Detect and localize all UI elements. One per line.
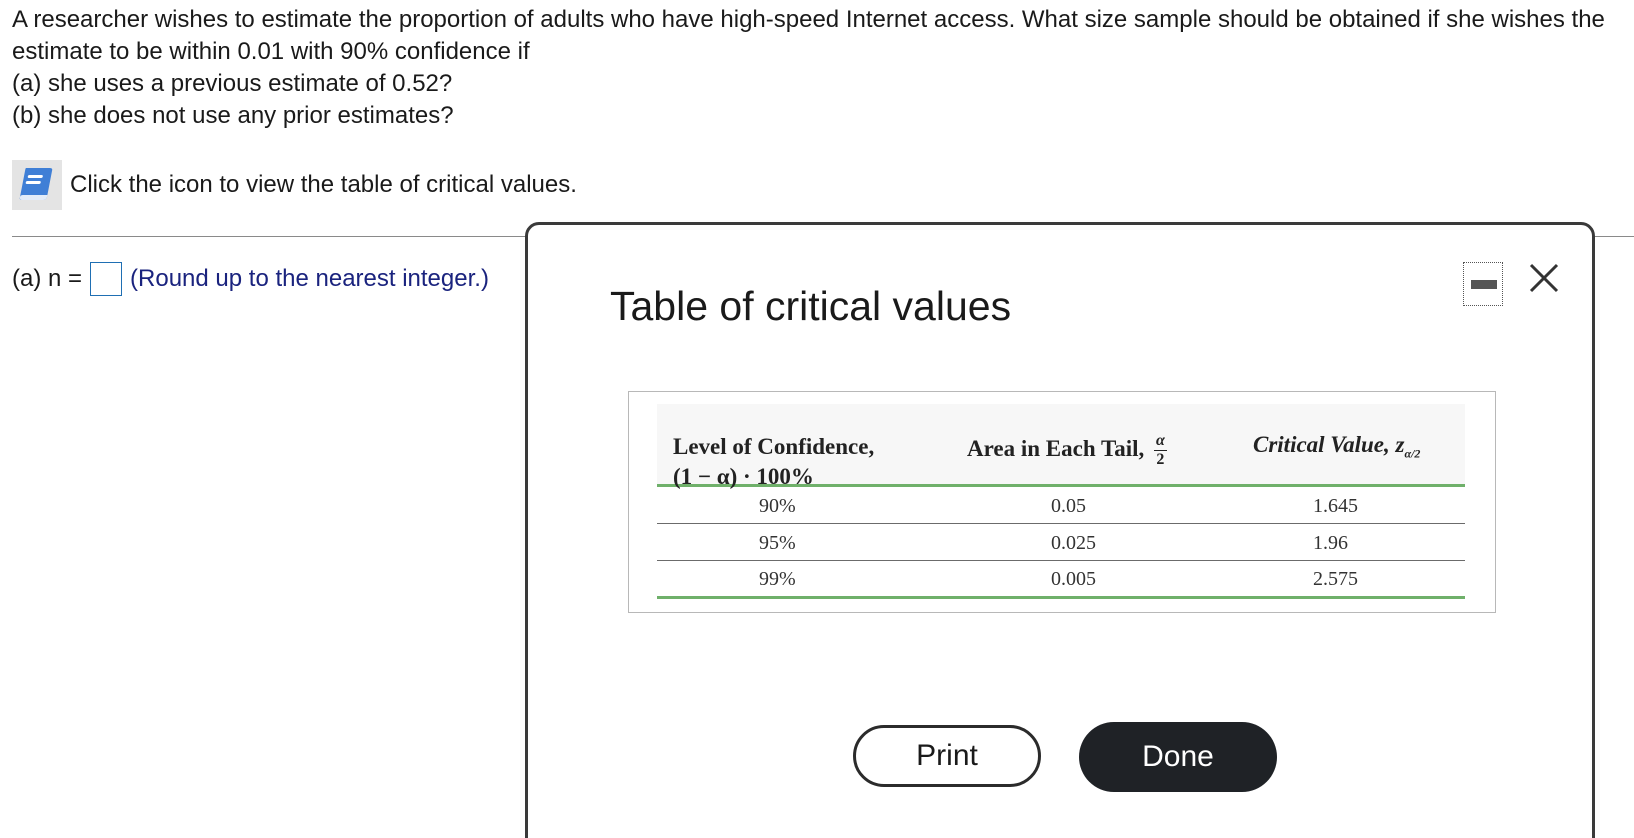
answer-input-n[interactable]	[90, 262, 123, 296]
header-critical: Critical Value, zα/2	[1253, 432, 1421, 461]
cell-area: 0.05	[1051, 495, 1086, 517]
cell-area: 0.025	[1051, 532, 1096, 554]
critical-values-table: Level of Confidence, (1 − α) · 100% Area…	[628, 391, 1496, 613]
dialog-title: Table of critical values	[610, 283, 1012, 329]
done-button[interactable]: Done	[1079, 722, 1277, 792]
question-text: A researcher wishes to estimate the prop…	[12, 4, 1612, 132]
cell-critical: 1.96	[1313, 532, 1348, 554]
question-part-b: (b) she does not use any prior estimates…	[12, 102, 454, 129]
question-stem: A researcher wishes to estimate the prop…	[12, 6, 1605, 65]
cell-confidence: 95%	[759, 532, 796, 554]
table-row: 90% 0.05 1.645	[657, 487, 1465, 524]
question-part-a: (a) she uses a previous estimate of 0.52…	[12, 70, 453, 97]
minimize-icon[interactable]	[1463, 262, 1503, 306]
critical-values-hint: Click the icon to view the table of crit…	[12, 160, 577, 210]
cell-critical: 2.575	[1313, 568, 1358, 590]
table-header: Level of Confidence, (1 − α) · 100% Area…	[657, 404, 1465, 489]
hint-text: Click the icon to view the table of crit…	[70, 171, 577, 198]
answer-row-a: (a) n = (Round up to the nearest integer…	[12, 262, 489, 296]
cell-confidence: 90%	[759, 495, 796, 517]
book-icon[interactable]	[12, 160, 62, 210]
print-button[interactable]: Print	[853, 725, 1041, 787]
critical-values-dialog: Table of critical values Level of Confid…	[525, 222, 1595, 838]
cell-critical: 1.645	[1313, 495, 1358, 517]
header-area: Area in Each Tail, α 2	[967, 432, 1167, 468]
header-confidence: Level of Confidence, (1 − α) · 100%	[673, 434, 875, 489]
close-icon[interactable]	[1525, 259, 1563, 297]
answer-label: (a) n =	[12, 265, 83, 292]
rounding-hint: (Round up to the nearest integer.)	[130, 265, 489, 292]
alpha-over-2: α 2	[1153, 432, 1167, 468]
cell-area: 0.005	[1051, 568, 1096, 590]
table-row: 99% 0.005 2.575	[657, 560, 1465, 599]
minimize-bar	[1471, 280, 1497, 289]
cell-confidence: 99%	[759, 568, 796, 590]
page: A researcher wishes to estimate the prop…	[0, 0, 1634, 838]
table-row: 95% 0.025 1.96	[657, 524, 1465, 561]
